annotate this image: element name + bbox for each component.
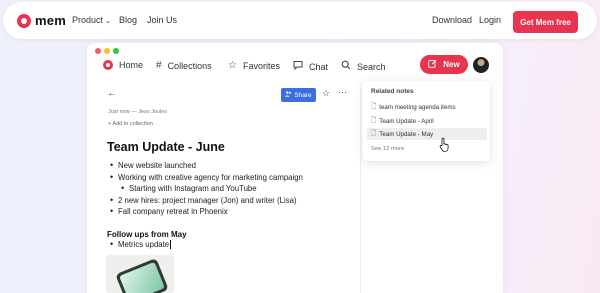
list-item: Metrics update bbox=[107, 239, 172, 251]
document-icon: 🗋 bbox=[371, 129, 377, 137]
tab-collections-label: Collections bbox=[167, 60, 212, 71]
back-arrow-icon[interactable]: ← bbox=[107, 88, 117, 99]
related-note-title: team meeting agenda items bbox=[379, 103, 456, 111]
see-more-link[interactable]: See 12 more bbox=[371, 146, 404, 152]
add-to-collection-link[interactable]: + Add to collection bbox=[108, 121, 153, 127]
chevron-down-icon: ⌄ bbox=[105, 18, 111, 25]
list-item: Fall company retreat in Phoenix bbox=[107, 206, 303, 218]
related-note-title: Team Update - May bbox=[379, 130, 434, 138]
mem-logo[interactable]: mem bbox=[17, 13, 66, 28]
tab-collections[interactable]: # Collections bbox=[156, 60, 212, 71]
nav-download[interactable]: Download bbox=[432, 15, 472, 25]
related-notes-heading: Related notes bbox=[371, 88, 414, 95]
users-icon bbox=[285, 91, 292, 99]
app-window: Home # Collections ☆ Favorites Chat Sear… bbox=[87, 43, 503, 293]
user-avatar[interactable] bbox=[473, 57, 489, 73]
document-icon: 🗋 bbox=[371, 116, 377, 124]
share-button[interactable]: Share bbox=[281, 88, 316, 102]
home-logo-icon bbox=[103, 60, 113, 70]
phone-illustration bbox=[115, 257, 169, 293]
hash-icon: # bbox=[156, 60, 162, 71]
window-minimize-dot[interactable] bbox=[104, 48, 110, 54]
hand-pointer-icon bbox=[439, 137, 451, 154]
tab-home[interactable]: Home bbox=[103, 60, 143, 70]
note-meta: Just now — Jess Joules bbox=[108, 109, 167, 115]
edit-icon bbox=[428, 59, 437, 70]
list-item: 2 new hires: project manager (Jon) and w… bbox=[107, 195, 303, 207]
share-label: Share bbox=[294, 91, 312, 99]
text-cursor bbox=[170, 240, 172, 250]
note-subheading: Follow ups from May bbox=[107, 230, 187, 239]
note-title[interactable]: Team Update - June bbox=[107, 140, 225, 154]
window-maximize-dot[interactable] bbox=[113, 48, 119, 54]
search-icon bbox=[341, 60, 351, 73]
nav-blog[interactable]: Blog bbox=[119, 15, 137, 25]
mem-logo-icon bbox=[17, 13, 31, 28]
list-item-text: Metrics update bbox=[118, 240, 170, 249]
new-note-button[interactable]: New bbox=[420, 55, 468, 74]
note-image[interactable] bbox=[106, 255, 174, 293]
tab-chat[interactable]: Chat bbox=[293, 60, 328, 73]
list-item: New website launched bbox=[107, 160, 303, 172]
related-note-item[interactable]: 🗋 Team Update - April bbox=[367, 115, 487, 127]
logo-text: mem bbox=[35, 13, 66, 28]
list-item: Starting with Instagram and YouTube bbox=[107, 183, 303, 195]
tab-chat-label: Chat bbox=[309, 61, 329, 72]
star-icon: ☆ bbox=[228, 60, 237, 71]
followup-bullets[interactable]: Metrics update bbox=[107, 239, 172, 251]
list-item: Working with creative agency for marketi… bbox=[107, 172, 303, 184]
document-icon: 🗋 bbox=[371, 102, 377, 110]
note-bullets[interactable]: New website launched Working with creati… bbox=[107, 160, 303, 218]
pane-divider bbox=[360, 83, 361, 293]
chat-icon bbox=[293, 60, 303, 73]
site-navbar: mem Product ⌄ Blog Join Us Download Login… bbox=[3, 2, 597, 39]
nav-product-label: Product bbox=[72, 15, 104, 25]
tab-search-label: Search bbox=[357, 61, 386, 72]
favorite-star-icon[interactable]: ☆ bbox=[322, 88, 330, 99]
nav-login[interactable]: Login bbox=[479, 15, 501, 25]
new-note-label: New bbox=[443, 60, 460, 69]
more-options-icon[interactable]: ··· bbox=[338, 87, 347, 97]
tab-favorites-label: Favorites bbox=[242, 60, 280, 71]
related-notes-panel: Related notes 🗋 team meeting agenda item… bbox=[363, 81, 490, 161]
get-mem-free-button[interactable]: Get Mem free bbox=[513, 11, 578, 33]
nav-product[interactable]: Product ⌄ bbox=[72, 15, 111, 25]
tab-home-label: Home bbox=[119, 60, 144, 70]
window-close-dot[interactable] bbox=[95, 48, 101, 54]
tab-search[interactable]: Search bbox=[341, 60, 386, 73]
related-note-item[interactable]: 🗋 team meeting agenda items bbox=[367, 101, 487, 113]
tab-favorites[interactable]: ☆ Favorites bbox=[228, 60, 280, 71]
nav-join-us[interactable]: Join Us bbox=[147, 15, 177, 25]
related-note-item-active[interactable]: 🗋 Team Update - May bbox=[367, 128, 487, 140]
related-note-title: Team Update - April bbox=[379, 117, 434, 125]
